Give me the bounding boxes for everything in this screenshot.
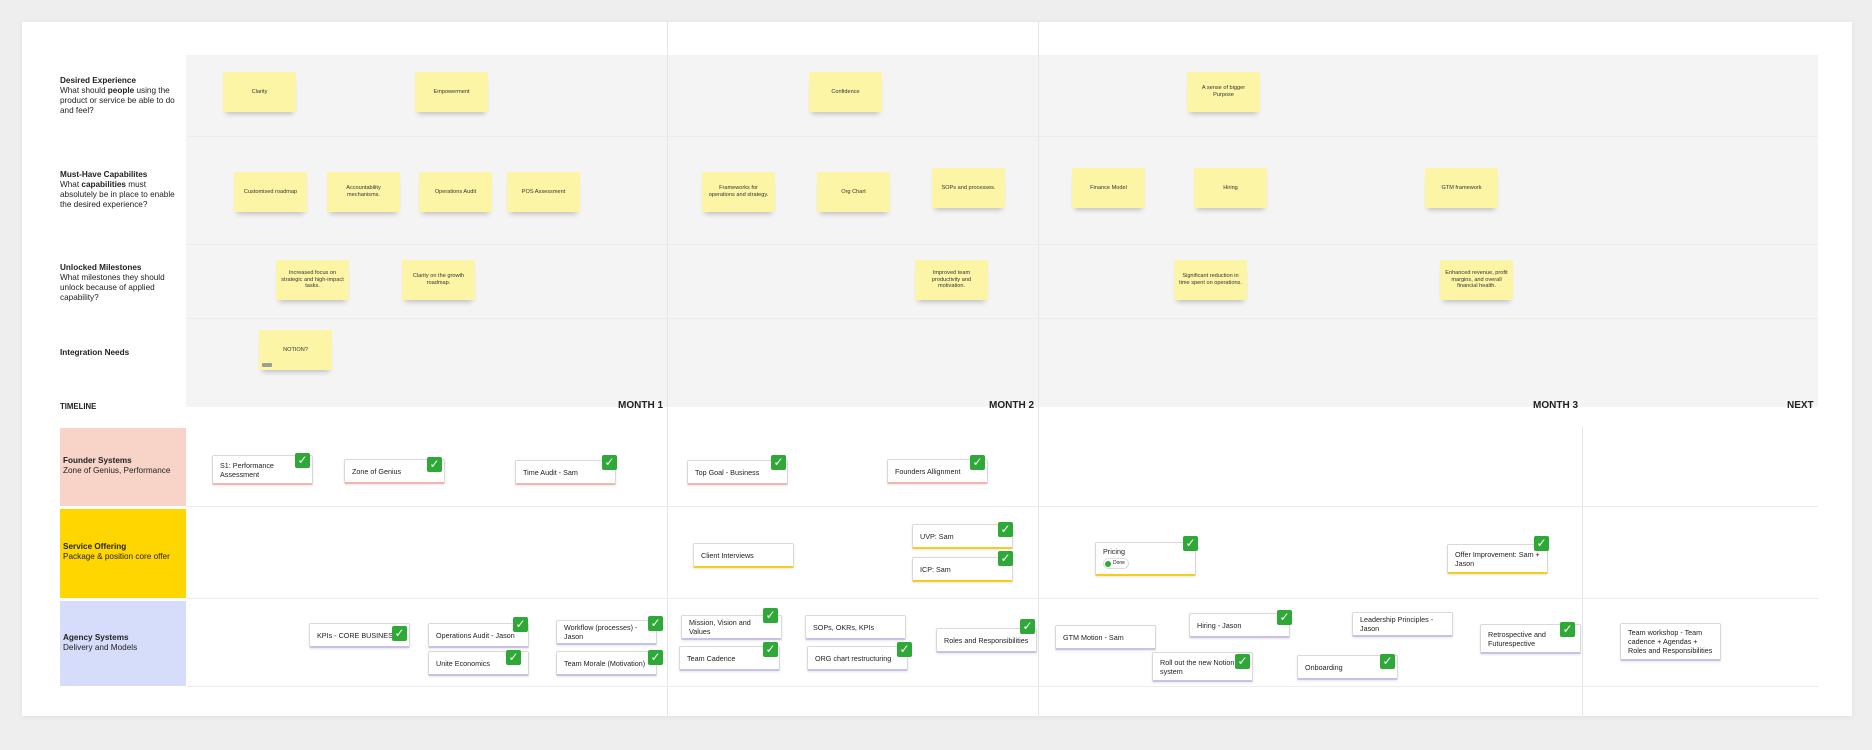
- lane-divider: [186, 686, 1818, 687]
- row-divider: [186, 244, 1818, 245]
- sticky-note[interactable]: Confidence: [809, 72, 882, 112]
- check-mark-icon: ✓: [1020, 619, 1035, 634]
- row-title: Must-Have Capabilites: [60, 170, 148, 179]
- lane-divider: [186, 506, 1818, 507]
- check-mark-icon: ✓: [427, 457, 442, 472]
- check-mark-icon: ✓: [897, 642, 912, 657]
- month-divider: [1582, 427, 1583, 716]
- check-mark-icon: ✓: [1235, 654, 1250, 669]
- lane-subtitle: Package & position core offer: [63, 552, 170, 561]
- status-tag-label: Done: [1113, 560, 1125, 566]
- card[interactable]: SOPs, OKRs, KPIs: [805, 615, 906, 640]
- row-label-must-have-capabilities: Must-Have Capabilites What capabilities m…: [60, 170, 184, 210]
- lane-title: Service Offering: [63, 542, 127, 551]
- check-mark-icon: ✓: [771, 455, 786, 470]
- month-3-header: MONTH 3: [1533, 400, 1578, 411]
- card[interactable]: ORG chart restructuring: [807, 646, 908, 671]
- sticky-note[interactable]: Accountability mechanisms.: [327, 172, 400, 212]
- check-mark-icon: ✓: [998, 551, 1013, 566]
- sticky-note[interactable]: Increased focus on strategic and high-im…: [276, 260, 349, 300]
- lane-subtitle: Zone of Genius, Performance: [63, 466, 171, 475]
- row-desc: What should: [60, 86, 108, 95]
- check-mark-icon: ✓: [648, 650, 663, 665]
- done-dot-icon: [1105, 560, 1111, 567]
- lane-title: Agency Systems: [63, 633, 129, 642]
- sticky-note[interactable]: Enhanced revenue, profit margins, and ov…: [1440, 260, 1513, 300]
- month-2-header: MONTH 2: [989, 400, 1034, 411]
- sticky-note[interactable]: Org Chart: [817, 172, 890, 212]
- drag-handle[interactable]: [262, 363, 272, 367]
- month-1-header: MONTH 1: [618, 400, 663, 411]
- card[interactable]: Offer Improvement: Sam + Jason: [1447, 544, 1548, 574]
- check-mark-icon: ✓: [506, 650, 521, 665]
- timeline-label: TIMELINE: [60, 402, 97, 411]
- check-mark-icon: ✓: [1380, 654, 1395, 669]
- check-mark-icon: ✓: [763, 642, 778, 657]
- card-label: Pricing: [1103, 547, 1125, 556]
- card[interactable]: Client Interviews: [693, 543, 794, 568]
- card[interactable]: GTM Motion - Sam: [1055, 625, 1156, 650]
- sticky-note[interactable]: A sense of bigger Purpose: [1187, 72, 1260, 112]
- row-label-integration-needs: Integration Needs: [60, 348, 184, 358]
- check-mark-icon: ✓: [763, 608, 778, 623]
- month-divider: [1038, 22, 1039, 716]
- sticky-note[interactable]: Customised roadmap: [234, 172, 307, 212]
- check-mark-icon: ✓: [1560, 622, 1575, 637]
- check-mark-icon: ✓: [602, 455, 617, 470]
- card[interactable]: Time Audit - Sam: [515, 460, 616, 485]
- next-header: NEXT: [1787, 400, 1814, 411]
- lane-founder-systems: Founder Systems Zone of Genius, Performan…: [60, 428, 186, 506]
- card[interactable]: Hiring - Jason: [1189, 613, 1290, 638]
- check-mark-icon: ✓: [998, 522, 1013, 537]
- check-mark-icon: ✓: [513, 617, 528, 632]
- row-desc-bold: people: [107, 86, 135, 95]
- check-mark-icon: ✓: [648, 616, 663, 631]
- check-mark-icon: ✓: [295, 453, 310, 468]
- sticky-note[interactable]: SOPs and processes.: [932, 168, 1005, 208]
- check-mark-icon: ✓: [1277, 610, 1292, 625]
- lane-label: Agency Systems Delivery and Models: [63, 633, 187, 653]
- row-desc-bold: capabilities: [81, 180, 126, 189]
- check-mark-icon: ✓: [392, 626, 407, 641]
- sticky-note[interactable]: POS Assessment: [507, 172, 580, 212]
- status-tag: Done: [1103, 558, 1129, 569]
- row-divider: [186, 318, 1818, 319]
- card[interactable]: Team Morale (Motivation): [556, 651, 657, 676]
- lane-service-offering: Service Offering Package & position core …: [60, 509, 186, 598]
- sticky-note[interactable]: Operations Audit: [419, 172, 492, 212]
- sticky-note[interactable]: Frameworks for operations and strategy.: [702, 172, 775, 212]
- row-label-unlocked-milestones: Unlocked Milestones What milestones they …: [60, 263, 184, 303]
- sticky-note[interactable]: Finance Model: [1072, 168, 1145, 208]
- lane-divider: [186, 598, 1818, 599]
- sticky-note[interactable]: Significant reduction in time spent on o…: [1174, 260, 1247, 300]
- row-desc: What milestones they should unlock becau…: [60, 273, 165, 302]
- sticky-note[interactable]: Empowerment: [415, 72, 488, 112]
- month-divider: [667, 22, 668, 716]
- lane-label: Service Offering Package & position core …: [63, 542, 187, 562]
- check-mark-icon: ✓: [1534, 536, 1549, 551]
- lane-subtitle: Delivery and Models: [63, 643, 138, 652]
- card[interactable]: Team workshop - Team cadence + Agendas +…: [1620, 623, 1721, 661]
- lane-agency-systems: Agency Systems Delivery and Models: [60, 601, 186, 686]
- row-title: Desired Experience: [60, 76, 137, 85]
- row-divider: [186, 136, 1818, 137]
- lane-label: Founder Systems Zone of Genius, Performan…: [63, 456, 187, 476]
- check-mark-icon: ✓: [1183, 536, 1198, 551]
- sticky-note[interactable]: GTM framework: [1425, 168, 1498, 208]
- row-desc: What: [60, 180, 82, 189]
- sticky-note[interactable]: Clarity: [223, 72, 296, 112]
- sticky-note[interactable]: Clarity on the growth roadmap.: [402, 260, 475, 300]
- sticky-note[interactable]: Improved team productivity and motivatio…: [915, 260, 988, 300]
- card[interactable]: Leadership Principles - Jason: [1352, 612, 1453, 637]
- lane-title: Founder Systems: [63, 456, 132, 465]
- row-title: Integration Needs: [60, 348, 130, 357]
- row-title: Unlocked Milestones: [60, 263, 142, 272]
- row-label-desired-experience: Desired Experience What should people usi…: [60, 76, 184, 116]
- sticky-note[interactable]: Hiring: [1194, 168, 1267, 208]
- roadmap-board: Desired Experience What should people usi…: [22, 22, 1852, 716]
- card[interactable]: Pricing Done: [1095, 542, 1196, 576]
- check-mark-icon: ✓: [970, 455, 985, 470]
- card[interactable]: Workflow (processes) - Jason: [556, 620, 657, 645]
